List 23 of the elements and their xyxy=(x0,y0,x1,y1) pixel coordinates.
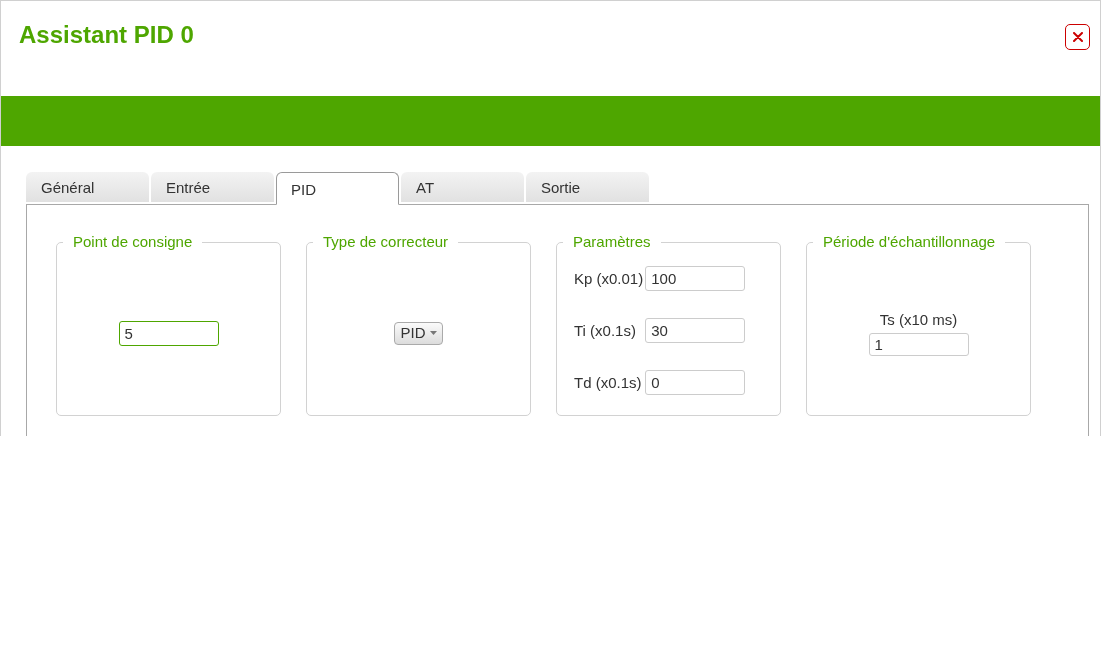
group-title: Paramètres xyxy=(572,233,652,251)
close-button[interactable] xyxy=(1065,24,1090,50)
tab[interactable]: Entrée xyxy=(151,172,274,202)
tab[interactable]: Sortie xyxy=(526,172,649,202)
input-field[interactable]: 5 xyxy=(118,320,219,346)
close-icon xyxy=(1072,32,1083,42)
input-field[interactable]: 0 xyxy=(645,370,746,395)
group-title: Période d'échantillonnage xyxy=(822,233,997,251)
group-title: Point de consigne xyxy=(72,233,194,251)
dialog-title: Assistant PID 0 xyxy=(19,20,194,50)
field-label: Td (x0.1s) xyxy=(574,373,643,392)
group-title: Type de correcteur xyxy=(322,233,450,251)
field-label: Ti (x0.1s) xyxy=(574,321,637,340)
field-label: Ts (x10 ms) xyxy=(879,310,958,329)
tab[interactable]: PID xyxy=(276,172,399,205)
dropdown-button[interactable]: PID xyxy=(394,321,443,345)
input-field[interactable]: 100 xyxy=(645,266,746,291)
input-field[interactable]: 30 xyxy=(645,318,746,343)
tab[interactable]: Général xyxy=(26,172,149,202)
caret-icon xyxy=(429,331,437,335)
field-label: Kp (x0.01) xyxy=(574,269,644,288)
tab[interactable]: AT xyxy=(401,172,524,202)
input-field[interactable]: 1 xyxy=(868,332,969,356)
